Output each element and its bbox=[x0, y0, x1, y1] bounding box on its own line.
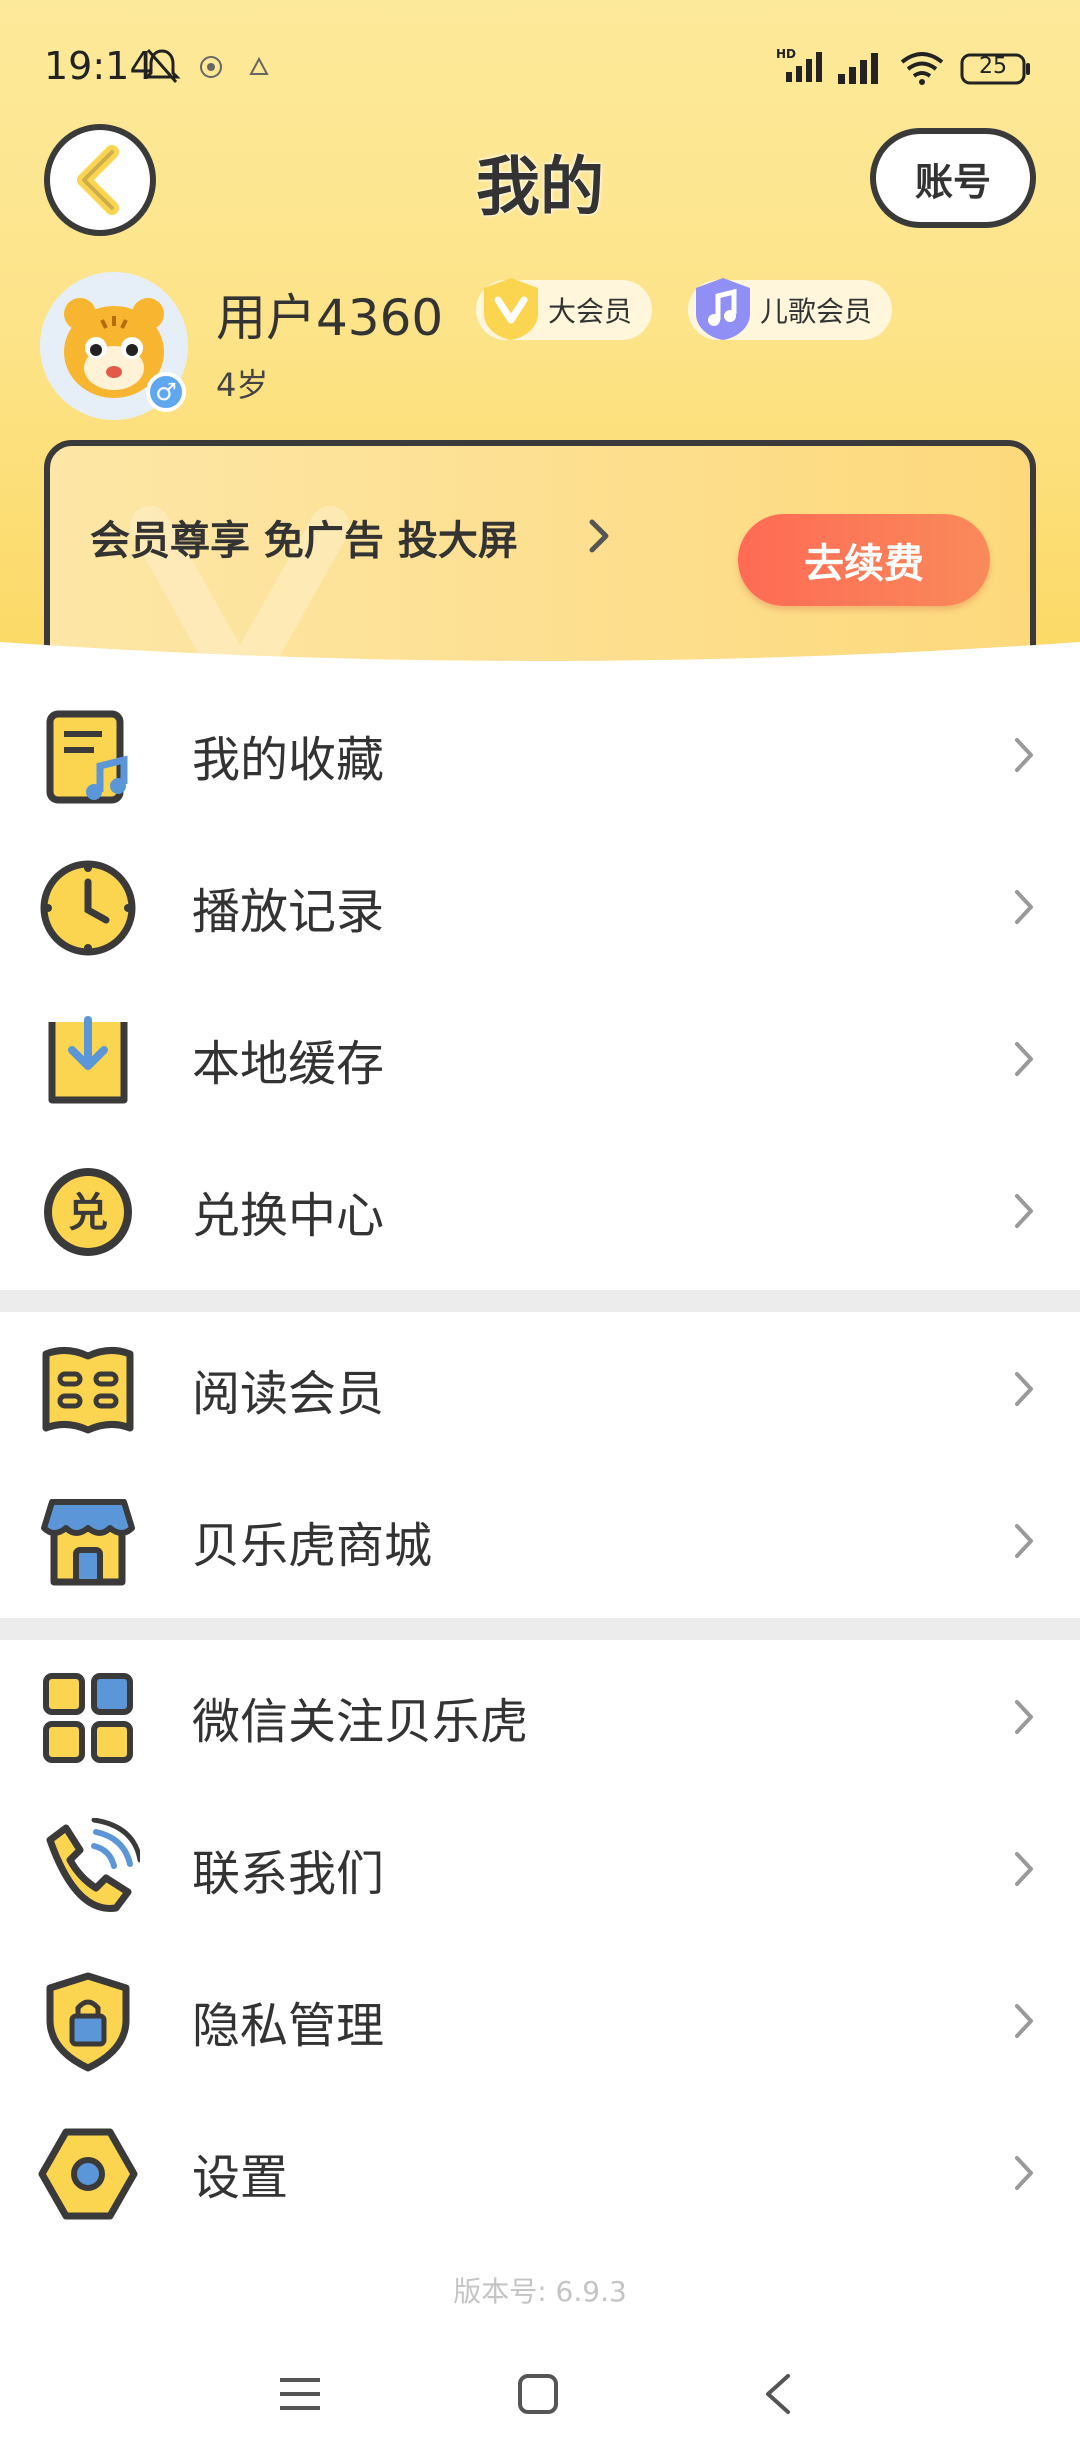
chevron-right-icon bbox=[1015, 1042, 1033, 1076]
menu-item-contact-us[interactable]: 联系我们 bbox=[0, 1794, 1080, 1944]
chevron-right-icon bbox=[1015, 1700, 1033, 1734]
redeem-icon: 兑 bbox=[44, 1168, 132, 1256]
app-notification-icon bbox=[249, 56, 269, 75]
battery-level: 25 bbox=[979, 54, 1007, 79]
menu-item-store[interactable]: 贝乐虎商城 bbox=[0, 1466, 1080, 1616]
sheet-curve bbox=[0, 642, 1080, 680]
svg-text:兑: 兑 bbox=[68, 1190, 108, 1236]
status-time: 19:14 bbox=[44, 44, 154, 88]
account-button[interactable]: 账号 bbox=[870, 128, 1036, 228]
renew-button[interactable]: 去续费 bbox=[738, 514, 990, 606]
menu-item-reading-member[interactable]: 阅读会员 bbox=[0, 1314, 1080, 1464]
section-divider bbox=[0, 1290, 1080, 1312]
menu-icon[interactable] bbox=[278, 2374, 322, 2414]
chevron-right-icon bbox=[1015, 2156, 1033, 2190]
menu-item-redeem-center[interactable]: 兑 兑换中心 bbox=[0, 1136, 1080, 1286]
hd-signal-icon: HD bbox=[776, 47, 822, 82]
promo-text: 会员尊享 免广告 投大屏 bbox=[90, 518, 518, 564]
book-icon bbox=[42, 1347, 134, 1434]
menu-label: 设置 bbox=[192, 2150, 289, 2206]
chevron-right-icon bbox=[1015, 1524, 1033, 1558]
back-nav-icon[interactable] bbox=[758, 2372, 798, 2416]
chevron-right-icon bbox=[1015, 1852, 1033, 1886]
home-icon[interactable] bbox=[516, 2372, 560, 2416]
chevron-right-icon bbox=[1015, 890, 1033, 924]
music-note-icon bbox=[696, 278, 750, 340]
chevron-right-icon bbox=[1015, 2004, 1033, 2038]
menu-item-wechat-follow[interactable]: 微信关注贝乐虎 bbox=[0, 1642, 1080, 1792]
status-bar: 19:14 HD 25 bbox=[0, 0, 1080, 130]
menu-item-play-history[interactable]: 播放记录 bbox=[0, 832, 1080, 982]
big-member-badge[interactable]: 大会员 bbox=[476, 278, 653, 340]
menu-item-privacy[interactable]: 隐私管理 bbox=[0, 1946, 1080, 2096]
music-list-icon bbox=[46, 710, 128, 804]
chevron-right-icon bbox=[1015, 738, 1033, 772]
bell-muted-icon bbox=[143, 49, 181, 83]
menu-label: 兑换中心 bbox=[192, 1188, 385, 1244]
app-notification-icon bbox=[200, 56, 222, 78]
menu-label: 微信关注贝乐虎 bbox=[192, 1694, 529, 1750]
menu-item-settings[interactable]: 设置 bbox=[0, 2098, 1080, 2248]
kids-song-member-badge[interactable]: 儿歌会员 bbox=[688, 278, 893, 340]
kids-song-member-label: 儿歌会员 bbox=[760, 295, 873, 328]
v-crown-icon bbox=[484, 278, 538, 340]
shield-lock-icon bbox=[46, 1972, 130, 2072]
chevron-right-icon bbox=[1015, 1372, 1033, 1406]
apps-grid-icon bbox=[43, 1673, 133, 1763]
svg-text:HD: HD bbox=[776, 47, 796, 61]
user-age: 4岁 bbox=[216, 366, 269, 404]
chevron-right-icon bbox=[589, 519, 609, 553]
wifi-icon bbox=[900, 52, 944, 85]
menu-item-local-cache[interactable]: 本地缓存 bbox=[0, 984, 1080, 1134]
settings-hex-icon bbox=[38, 2128, 138, 2220]
menu-label: 阅读会员 bbox=[192, 1366, 385, 1422]
menu-label: 隐私管理 bbox=[192, 1998, 385, 2054]
phone-icon bbox=[46, 1818, 140, 1912]
signal-icon bbox=[838, 53, 878, 84]
store-icon bbox=[41, 1499, 135, 1586]
chevron-right-icon bbox=[1015, 1194, 1033, 1228]
menu-label: 播放记录 bbox=[192, 884, 385, 940]
menu-label: 我的收藏 bbox=[192, 732, 385, 788]
section-divider bbox=[0, 1618, 1080, 1640]
gender-badge: ♂ bbox=[146, 372, 186, 412]
username: 用户4360 bbox=[216, 289, 444, 347]
menu-label: 联系我们 bbox=[192, 1846, 385, 1902]
clock-icon bbox=[40, 860, 136, 956]
version-text: 版本号: 6.9.3 bbox=[453, 2275, 627, 2308]
menu-label: 贝乐虎商城 bbox=[192, 1518, 433, 1574]
system-nav-bar bbox=[0, 2330, 1080, 2460]
menu-item-favorites[interactable]: 我的收藏 bbox=[0, 680, 1080, 830]
menu-label: 本地缓存 bbox=[192, 1036, 385, 1092]
big-member-label: 大会员 bbox=[548, 295, 633, 328]
download-tray-icon bbox=[48, 1016, 128, 1104]
